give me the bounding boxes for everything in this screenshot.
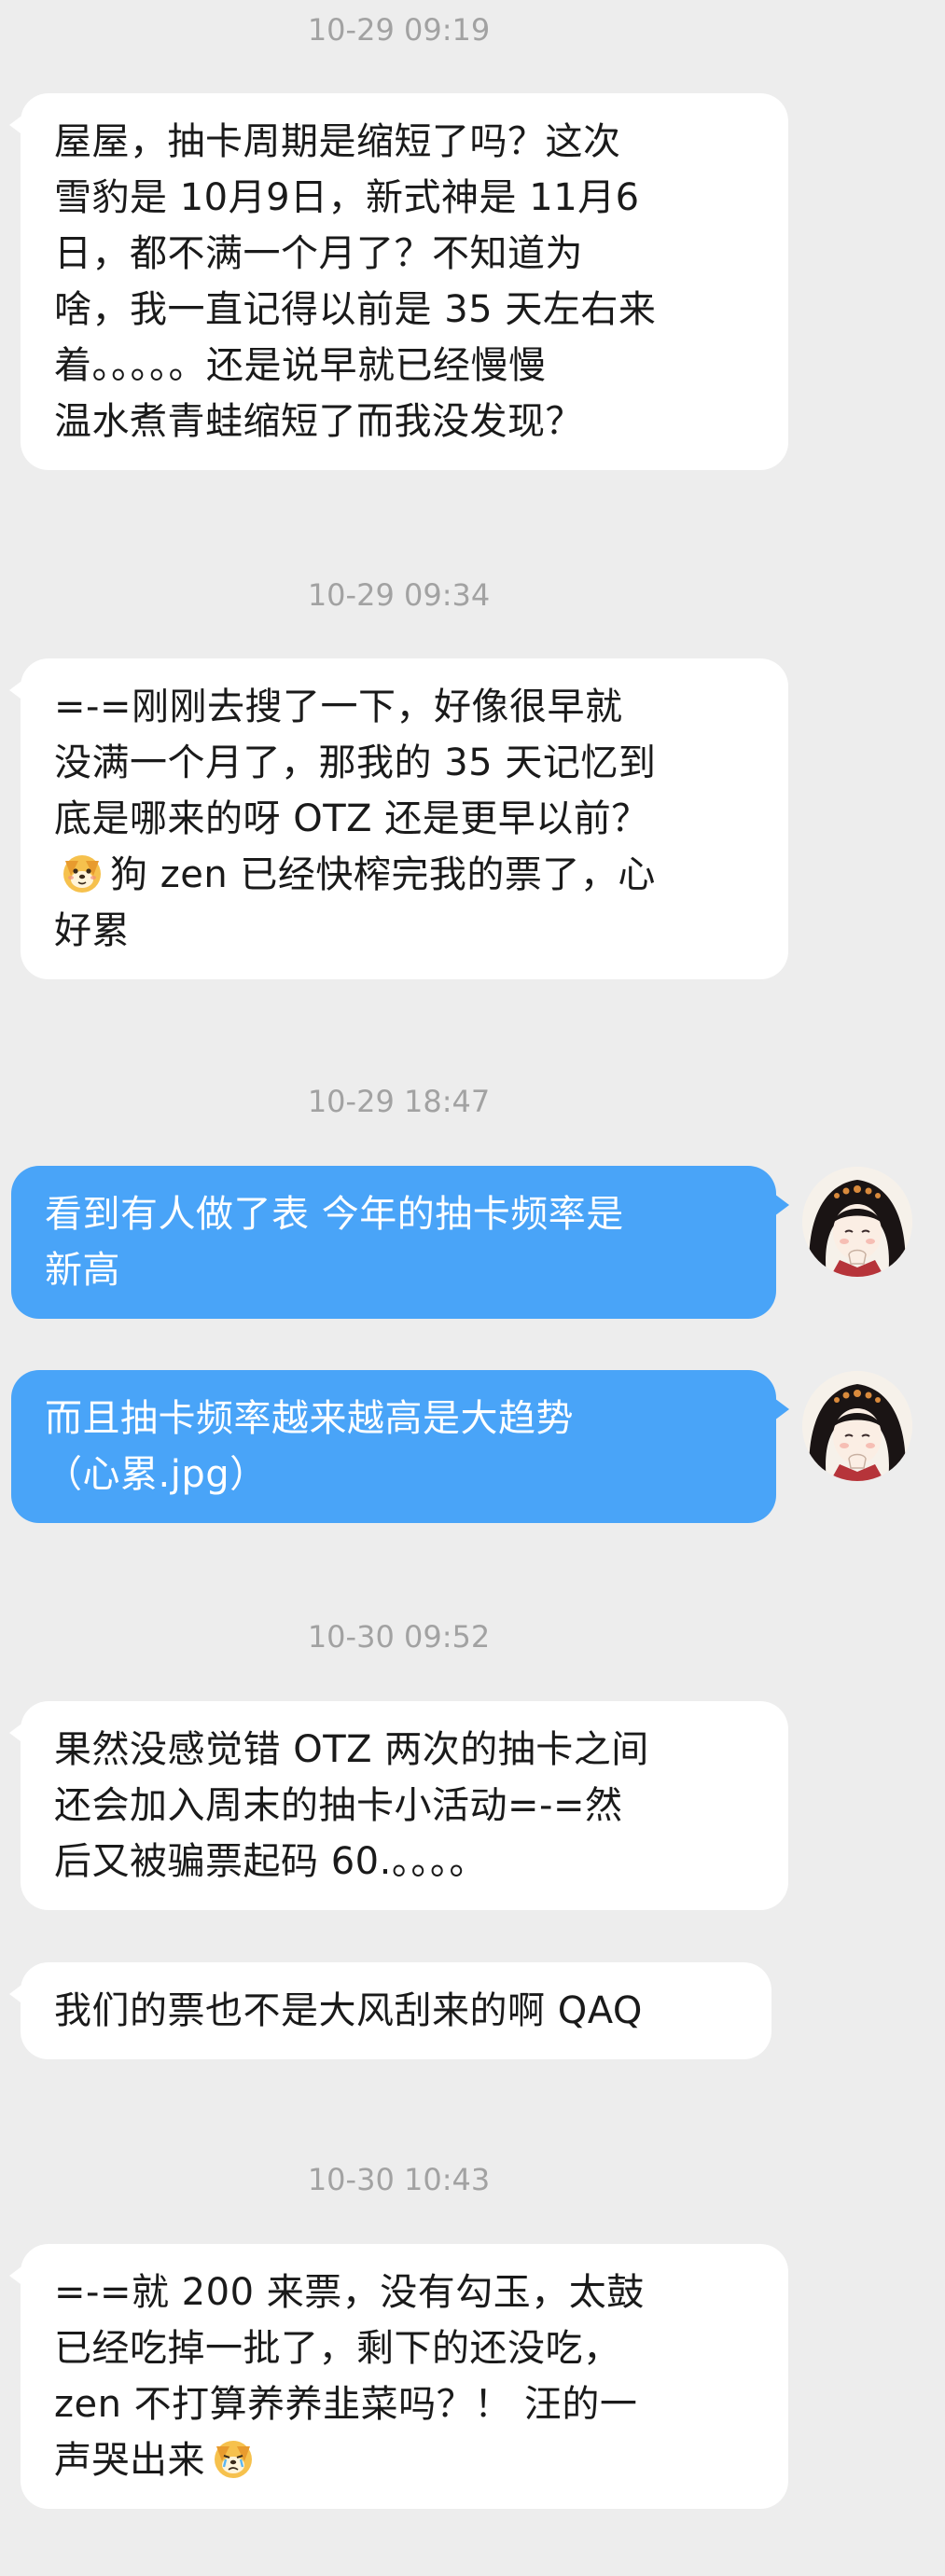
incoming-message-bubble[interactable]: =-=就 200 来票，没有勾玉，太鼓 已经吃掉一批了，剩下的还没吃， zen … [9,2244,788,2509]
user-avatar[interactable] [802,1167,912,1277]
timestamp: 10-29 09:19 [307,12,491,48]
incoming-message-bubble[interactable]: =-=刚刚去搜了一下，好像很早就 没满一个月了，那我的 35 天记忆到 底是哪来… [9,658,788,979]
dog-face-emoji-icon [209,2433,257,2482]
message-text: =-=就 200 来票，没有勾玉，太鼓 已经吃掉一批了，剩下的还没吃， zen … [54,2271,645,2482]
message-text: 狗 zen 已经快榨完我的票了，心 好累 [54,853,656,952]
timestamp: 10-30 10:43 [307,2162,491,2197]
dog-face-emoji-icon [58,848,106,896]
chat-thread[interactable]: 10-29 09:19 屋屋，抽卡周期是缩短了吗？这次 雪豹是 10月9日，新式… [0,0,945,2576]
incoming-message-bubble[interactable]: 果然没感觉错 OTZ 两次的抽卡之间 还会加入周末的抽卡小活动=-=然 后又被骗… [9,1701,788,1910]
outgoing-message-bubble[interactable]: 看到有人做了表 今年的抽卡频率是 新高 [11,1166,789,1319]
message-text: =-=刚刚去搜了一下，好像很早就 没满一个月了，那我的 35 天记忆到 底是哪来… [54,686,657,840]
incoming-message-bubble[interactable]: 我们的票也不是大风刮来的啊 QAQ [9,1962,771,2059]
timestamp: 10-30 09:52 [307,1619,491,1655]
incoming-message-bubble[interactable]: 屋屋，抽卡周期是缩短了吗？这次 雪豹是 10月9日，新式神是 11月6 日，都不… [9,93,788,470]
timestamp: 10-29 18:47 [307,1084,491,1119]
timestamp: 10-29 09:34 [307,577,491,613]
user-avatar[interactable] [802,1371,912,1481]
outgoing-message-bubble[interactable]: 而且抽卡频率越来越高是大趋势 （心累.jpg） [11,1370,789,1523]
